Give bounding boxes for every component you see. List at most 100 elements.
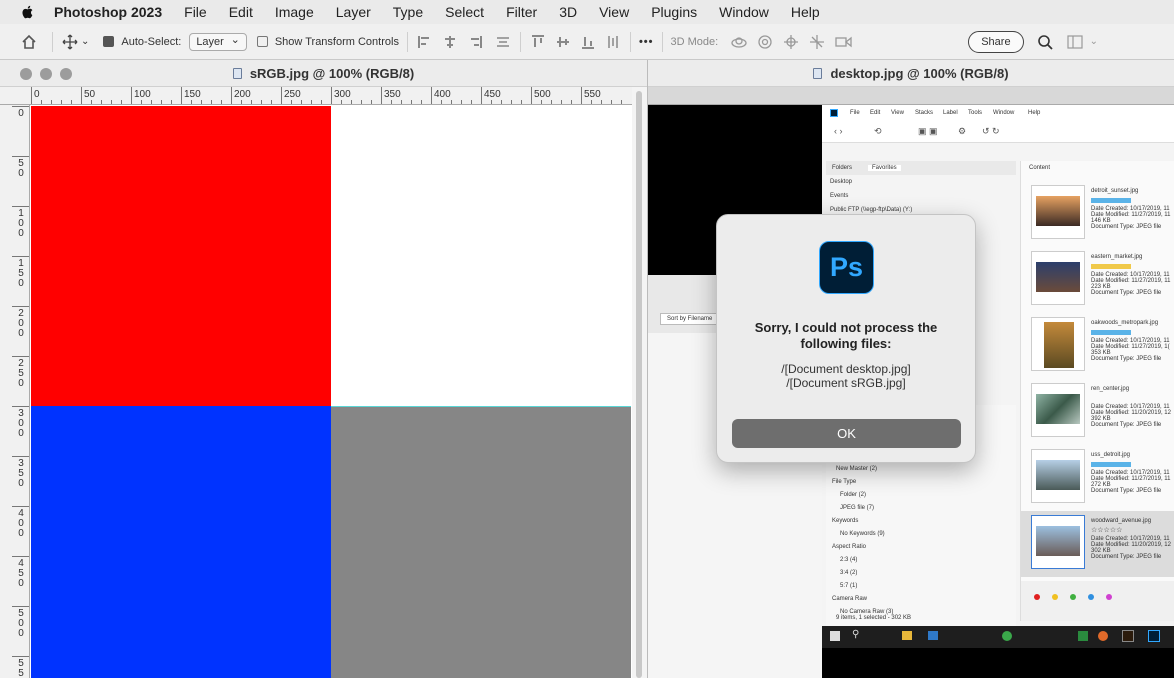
sync-icon[interactable] bbox=[1002, 631, 1012, 641]
align-right-icon[interactable] bbox=[466, 33, 484, 51]
show-transform-checkbox[interactable] bbox=[256, 36, 268, 47]
home-icon[interactable] bbox=[20, 33, 38, 51]
ruler-minor-tick bbox=[91, 100, 92, 104]
filter-item[interactable]: Camera Raw bbox=[832, 596, 867, 602]
thumbnail[interactable] bbox=[1031, 515, 1085, 569]
slide-3d-icon[interactable] bbox=[808, 33, 826, 51]
tab-folders[interactable]: Folders bbox=[832, 165, 852, 171]
settings-icon[interactable]: ⚙ bbox=[958, 126, 966, 137]
content-tab[interactable]: Content bbox=[1029, 165, 1050, 171]
menu-image[interactable]: Image bbox=[275, 4, 314, 20]
label-red[interactable] bbox=[1034, 594, 1040, 600]
app-name-menu[interactable]: Photoshop 2023 bbox=[54, 4, 162, 20]
bridge-menu-view[interactable]: View bbox=[891, 110, 904, 116]
favorite-desktop[interactable]: Desktop bbox=[830, 179, 852, 185]
photoshop-taskbar-icon[interactable] bbox=[1148, 630, 1160, 642]
filter-item[interactable]: Folder (2) bbox=[840, 492, 866, 498]
filter-item[interactable]: Keywords bbox=[832, 518, 858, 524]
rating-stars[interactable]: ☆☆☆☆☆ bbox=[1091, 526, 1122, 534]
workspace-icon[interactable] bbox=[1066, 33, 1084, 51]
vertical-scrollbar[interactable] bbox=[632, 87, 647, 678]
filter-item[interactable]: 3:4 (2) bbox=[840, 570, 857, 576]
align-left-icon[interactable] bbox=[416, 33, 434, 51]
thumbnail[interactable] bbox=[1031, 251, 1085, 305]
menu-filter[interactable]: Filter bbox=[506, 4, 537, 20]
thumbnail[interactable] bbox=[1031, 449, 1085, 503]
zoom-window-button[interactable] bbox=[60, 68, 72, 80]
menu-3d[interactable]: 3D bbox=[559, 4, 577, 20]
firefox-icon[interactable] bbox=[1098, 631, 1108, 641]
pan-3d-icon[interactable] bbox=[782, 33, 800, 51]
bridge-menu-stacks[interactable]: Stacks bbox=[915, 110, 933, 116]
bridge-menu-edit[interactable]: Edit bbox=[870, 110, 880, 116]
favorite-events[interactable]: Events bbox=[830, 193, 848, 199]
menu-type[interactable]: Type bbox=[393, 4, 423, 20]
scale-3d-icon[interactable] bbox=[834, 33, 852, 51]
rotate-icon[interactable]: ↺ ↻ bbox=[982, 126, 1000, 137]
close-window-button[interactable] bbox=[20, 68, 32, 80]
thumbnail[interactable] bbox=[1031, 185, 1085, 239]
mail-icon[interactable] bbox=[928, 631, 938, 640]
bridge-menu-file[interactable]: File bbox=[850, 110, 860, 116]
camera-icon[interactable]: ▣ ▣ bbox=[918, 126, 938, 137]
search-icon[interactable] bbox=[1036, 33, 1054, 51]
minimize-window-button[interactable] bbox=[40, 68, 52, 80]
ok-button[interactable]: OK bbox=[732, 419, 961, 448]
document-title-bar[interactable]: desktop.jpg @ 100% (RGB/8) bbox=[648, 60, 1174, 87]
distribute-icon[interactable] bbox=[494, 33, 512, 51]
back-icon[interactable]: ‹ › bbox=[834, 126, 843, 136]
filter-item[interactable]: No Keywords (9) bbox=[840, 531, 885, 537]
menu-window[interactable]: Window bbox=[719, 4, 769, 20]
filter-item[interactable]: Aspect Ratio bbox=[832, 544, 866, 550]
label-yellow[interactable] bbox=[1052, 594, 1058, 600]
move-tool-icon[interactable] bbox=[61, 33, 79, 51]
document-title-bar[interactable]: sRGB.jpg @ 100% (RGB/8) bbox=[0, 60, 647, 87]
filter-item[interactable]: 5:7 (1) bbox=[840, 583, 857, 589]
menu-file[interactable]: File bbox=[184, 4, 207, 20]
align-center-h-icon[interactable] bbox=[441, 33, 459, 51]
apple-icon[interactable] bbox=[20, 4, 36, 20]
distribute-vertical-icon[interactable] bbox=[604, 33, 622, 51]
auto-select-target-dropdown[interactable]: Layer bbox=[189, 32, 247, 51]
bridge-menu-window[interactable]: Window bbox=[993, 110, 1014, 116]
roll-3d-icon[interactable] bbox=[756, 33, 774, 51]
thumbnail[interactable] bbox=[1031, 317, 1085, 371]
menu-edit[interactable]: Edit bbox=[229, 4, 253, 20]
filter-item[interactable]: New Master (2) bbox=[836, 466, 877, 472]
menu-plugins[interactable]: Plugins bbox=[651, 4, 697, 20]
label-purple[interactable] bbox=[1106, 594, 1112, 600]
more-options-icon[interactable]: ••• bbox=[639, 36, 654, 48]
thumbnail[interactable] bbox=[1031, 383, 1085, 437]
label-green[interactable] bbox=[1070, 594, 1076, 600]
auto-select-checkbox[interactable] bbox=[103, 36, 115, 47]
chevron-down-icon[interactable]: ⌄ bbox=[81, 36, 89, 47]
align-bottom-icon[interactable] bbox=[579, 33, 597, 51]
favorite-ftp[interactable]: Public FTP (\\egp-ftp\Data) (Y:) bbox=[830, 207, 912, 213]
menu-view[interactable]: View bbox=[599, 4, 629, 20]
folder-icon[interactable] bbox=[902, 631, 912, 640]
filter-item[interactable]: JPEG file (7) bbox=[840, 505, 874, 511]
tab-favorites[interactable]: Favorites bbox=[868, 165, 901, 171]
scrollbar-thumb[interactable] bbox=[636, 91, 642, 678]
orbit-3d-icon[interactable] bbox=[730, 33, 748, 51]
bridge-menu-help[interactable]: Help bbox=[1028, 110, 1040, 116]
search-icon[interactable]: ⚲ bbox=[852, 629, 859, 640]
menu-layer[interactable]: Layer bbox=[336, 4, 371, 20]
document-window-srgb[interactable]: sRGB.jpg @ 100% (RGB/8) 0 50 100 150 200 250 3… bbox=[0, 60, 648, 678]
ruler-minor-tick bbox=[251, 100, 252, 104]
share-button[interactable]: Share bbox=[968, 30, 1024, 53]
excel-icon[interactable] bbox=[1078, 631, 1088, 641]
menu-help[interactable]: Help bbox=[791, 4, 820, 20]
menu-select[interactable]: Select bbox=[445, 4, 484, 20]
label-blue[interactable] bbox=[1088, 594, 1094, 600]
windows-start-icon[interactable] bbox=[830, 631, 840, 641]
align-top-icon[interactable] bbox=[529, 33, 547, 51]
bridge-menu-tools[interactable]: Tools bbox=[968, 110, 982, 116]
chevron-down-icon[interactable]: ⌄ bbox=[1090, 36, 1098, 47]
history-icon[interactable]: ⟲ bbox=[874, 126, 882, 137]
bridge-taskbar-icon[interactable] bbox=[1122, 630, 1134, 642]
bridge-menu-label[interactable]: Label bbox=[943, 110, 958, 116]
filter-item[interactable]: File Type bbox=[832, 479, 856, 485]
align-center-v-icon[interactable] bbox=[554, 33, 572, 51]
filter-item[interactable]: 2:3 (4) bbox=[840, 557, 857, 563]
